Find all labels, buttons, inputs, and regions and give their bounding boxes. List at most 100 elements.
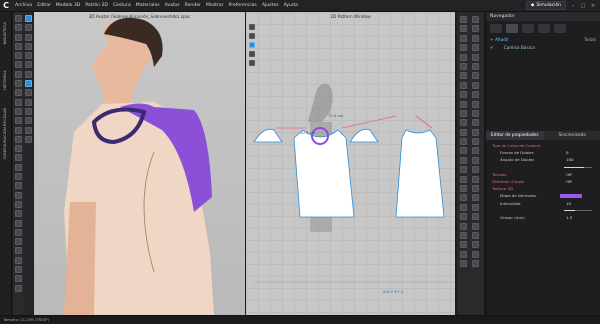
navigator-item[interactable]: ✔ Camisa Básica — [486, 44, 600, 52]
tool-button[interactable] — [460, 176, 467, 183]
prop-row[interactable]: Grosor (mm)1.5 — [486, 214, 600, 221]
menu-costura[interactable]: Costura — [113, 3, 131, 8]
tool-button[interactable] — [25, 43, 32, 50]
tool-button[interactable] — [25, 52, 32, 59]
prop-row[interactable]: Distribuir SimpleOff — [486, 178, 600, 185]
menu-modelo3d[interactable]: Modelo 3D — [56, 3, 81, 8]
tool-button[interactable] — [15, 43, 22, 50]
tool-button[interactable] — [460, 251, 467, 258]
tool-button[interactable] — [472, 204, 479, 211]
tool-button[interactable] — [472, 63, 479, 70]
add-button[interactable]: + Añadir — [490, 38, 509, 43]
close-icon[interactable]: × — [590, 3, 596, 9]
prop-value[interactable]: 1.5 — [566, 215, 572, 220]
tool-button[interactable] — [472, 251, 479, 258]
tool-button[interactable] — [15, 145, 22, 152]
tool-button[interactable] — [15, 210, 22, 217]
tool-button[interactable] — [460, 129, 467, 136]
fold-angle-slider[interactable] — [564, 167, 592, 169]
tool-button[interactable] — [460, 35, 467, 42]
tool-button[interactable] — [25, 108, 32, 115]
tool-button[interactable] — [460, 91, 467, 98]
tool-button[interactable] — [460, 72, 467, 79]
menu-editar[interactable]: Editar — [37, 3, 51, 8]
tool-button[interactable] — [472, 91, 479, 98]
prop-value[interactable]: Off — [566, 179, 572, 184]
tool-button-active[interactable] — [25, 80, 32, 87]
pattern-2d-viewport[interactable]: 2D Pattern Window 72.9 cm 10.2 cm X:0.0 … — [246, 12, 455, 315]
tool-button[interactable] — [25, 117, 32, 124]
simulation-mode-button[interactable]: ◆Simulación — [526, 1, 566, 10]
tab-synced[interactable]: Sincronizado — [544, 131, 600, 140]
tool-button[interactable] — [460, 241, 467, 248]
menu-patron2d[interactable]: Patrón 2D — [85, 3, 108, 8]
tool-button[interactable] — [472, 54, 479, 61]
tool-button[interactable] — [15, 52, 22, 59]
app-logo[interactable]: C — [0, 0, 12, 12]
prop-row[interactable]: Ángulo de Doblez180 — [486, 156, 600, 163]
prop-row[interactable]: Textura 3D — [486, 185, 600, 192]
tool-button[interactable] — [460, 119, 467, 126]
tool-button[interactable] — [460, 157, 467, 164]
prop-value[interactable]: 10 — [566, 201, 571, 206]
tool-button[interactable] — [472, 241, 479, 248]
menu-mostrar[interactable]: Mostrar — [206, 3, 224, 8]
tool-button[interactable] — [472, 176, 479, 183]
menu-ajustes[interactable]: Ajustes — [262, 3, 279, 8]
tab-property-editor[interactable]: Editor de propiedades — [486, 131, 544, 140]
tool-button[interactable] — [15, 108, 22, 115]
tool-button[interactable] — [472, 35, 479, 42]
prop-row[interactable]: Intensidad10 — [486, 200, 600, 207]
tool-button[interactable] — [25, 24, 32, 31]
tool-button[interactable] — [472, 166, 479, 173]
tool-button[interactable] — [15, 117, 22, 124]
minimize-icon[interactable]: – — [570, 3, 576, 9]
tool-button[interactable] — [15, 89, 22, 96]
tool-button[interactable] — [460, 147, 467, 154]
tool-button[interactable] — [472, 213, 479, 220]
menu-preferencias[interactable]: Preferencias — [229, 3, 257, 8]
tool-button[interactable] — [460, 166, 467, 173]
tool-button[interactable] — [472, 185, 479, 192]
menu-archivo[interactable]: Archivo — [15, 3, 32, 8]
tool-button[interactable] — [25, 89, 32, 96]
tool-button[interactable] — [460, 223, 467, 230]
normal-map-swatch[interactable] — [560, 194, 582, 198]
tool-button[interactable] — [460, 82, 467, 89]
tool-button[interactable] — [460, 232, 467, 239]
tool-button-active[interactable] — [249, 42, 255, 48]
tool-button[interactable] — [460, 204, 467, 211]
tool-button[interactable] — [15, 34, 22, 41]
tool-button[interactable] — [472, 82, 479, 89]
tool-button[interactable] — [472, 147, 479, 154]
tool-button[interactable] — [460, 110, 467, 117]
tool-button[interactable] — [460, 260, 467, 267]
tool-button[interactable] — [15, 99, 22, 106]
tool-button[interactable] — [15, 257, 22, 264]
intensity-slider[interactable] — [564, 210, 592, 212]
tool-button[interactable] — [460, 63, 467, 70]
maximize-icon[interactable]: □ — [580, 3, 586, 9]
menu-render[interactable]: Render — [185, 3, 201, 8]
tool-button[interactable] — [15, 266, 22, 273]
tool-button[interactable] — [15, 24, 22, 31]
tool-button-active[interactable] — [25, 15, 32, 22]
tool-button[interactable] — [25, 61, 32, 68]
tab-object[interactable] — [490, 24, 502, 33]
tab-button[interactable] — [522, 24, 534, 33]
tool-button[interactable] — [472, 110, 479, 117]
tool-button[interactable] — [460, 16, 467, 23]
tool-button[interactable] — [472, 138, 479, 145]
filter-select[interactable]: Todas — [584, 38, 596, 43]
tool-button[interactable] — [15, 127, 22, 134]
tool-button[interactable] — [15, 15, 22, 22]
prop-row[interactable]: TensiónOff — [486, 171, 600, 178]
tool-button[interactable] — [460, 138, 467, 145]
tool-button[interactable] — [472, 232, 479, 239]
tool-button[interactable] — [25, 136, 32, 143]
tool-button[interactable] — [460, 101, 467, 108]
tool-button[interactable] — [15, 61, 22, 68]
tool-button[interactable] — [472, 16, 479, 23]
tool-button[interactable] — [472, 44, 479, 51]
prop-value[interactable]: 0 — [566, 150, 568, 155]
